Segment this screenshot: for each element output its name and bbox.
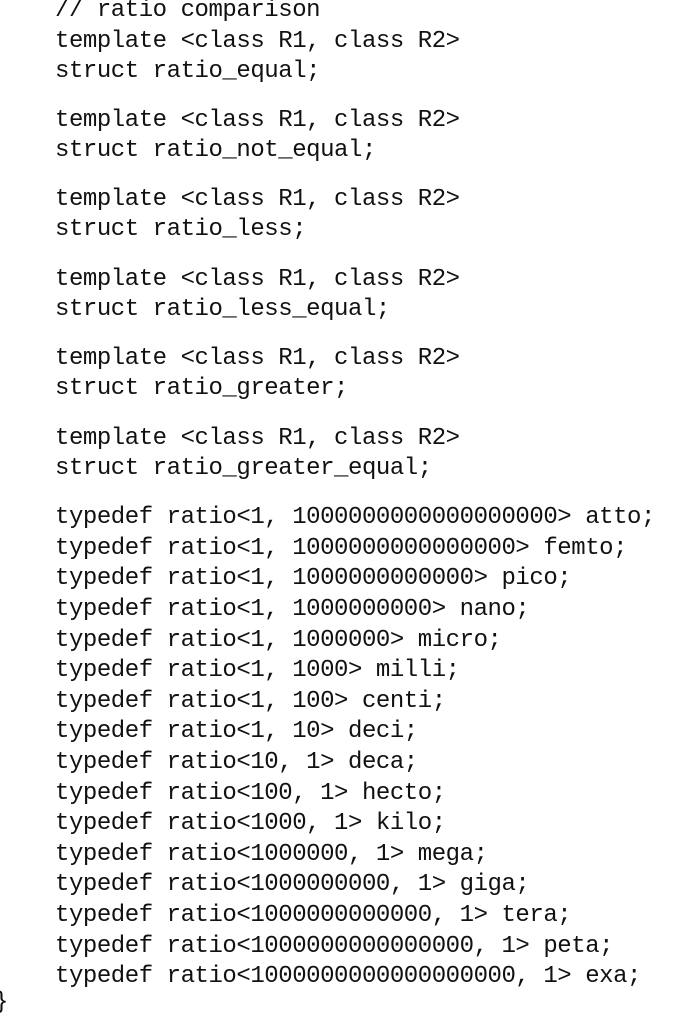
typedef-line: typedef ratio<1, 1000> milli;: [55, 657, 460, 684]
template-line: template <class R1, class R2>: [55, 266, 460, 293]
struct-declaration: struct ratio_not_equal;: [55, 137, 376, 164]
typedef-line: typedef ratio<1000000000000, 1> tera;: [55, 902, 572, 929]
code-listing: // ratio comparison template <class R1, …: [0, 0, 681, 1019]
typedef-line: typedef ratio<100, 1> hecto;: [55, 780, 446, 807]
typedef-line: typedef ratio<1000, 1> kilo;: [55, 810, 446, 837]
typedef-line: typedef ratio<1, 100> centi;: [55, 688, 446, 715]
template-line: template <class R1, class R2>: [55, 28, 460, 55]
typedef-line: typedef ratio<1, 1000000> micro;: [55, 627, 502, 654]
code-comment: // ratio comparison: [55, 0, 321, 24]
template-line: template <class R1, class R2>: [55, 345, 460, 372]
typedef-line: typedef ratio<1, 1000000000> nano;: [55, 596, 530, 623]
typedef-line: typedef ratio<1000000000, 1> giga;: [55, 871, 530, 898]
struct-declaration: struct ratio_less;: [55, 216, 307, 243]
typedef-line: typedef ratio<10, 1> deca;: [55, 749, 418, 776]
typedef-line: typedef ratio<1000000000000000, 1> peta;: [55, 933, 614, 960]
struct-declaration: struct ratio_equal;: [55, 58, 321, 85]
struct-declaration: struct ratio_less_equal;: [55, 296, 390, 323]
typedef-line: typedef ratio<1, 1000000000000000000> at…: [55, 504, 655, 531]
typedef-line: typedef ratio<1000000, 1> mega;: [55, 841, 488, 868]
struct-declaration: struct ratio_greater_equal;: [55, 455, 432, 482]
closing-brace: }: [0, 988, 8, 1018]
typedef-line: typedef ratio<1, 1000000000000> pico;: [55, 565, 572, 592]
struct-declaration: struct ratio_greater;: [55, 375, 348, 402]
typedef-line: typedef ratio<1, 1000000000000000> femto…: [55, 535, 628, 562]
template-line: template <class R1, class R2>: [55, 107, 460, 134]
template-line: template <class R1, class R2>: [55, 186, 460, 213]
typedef-line: typedef ratio<1000000000000000000, 1> ex…: [55, 963, 641, 990]
template-line: template <class R1, class R2>: [55, 425, 460, 452]
typedef-line: typedef ratio<1, 10> deci;: [55, 718, 418, 745]
